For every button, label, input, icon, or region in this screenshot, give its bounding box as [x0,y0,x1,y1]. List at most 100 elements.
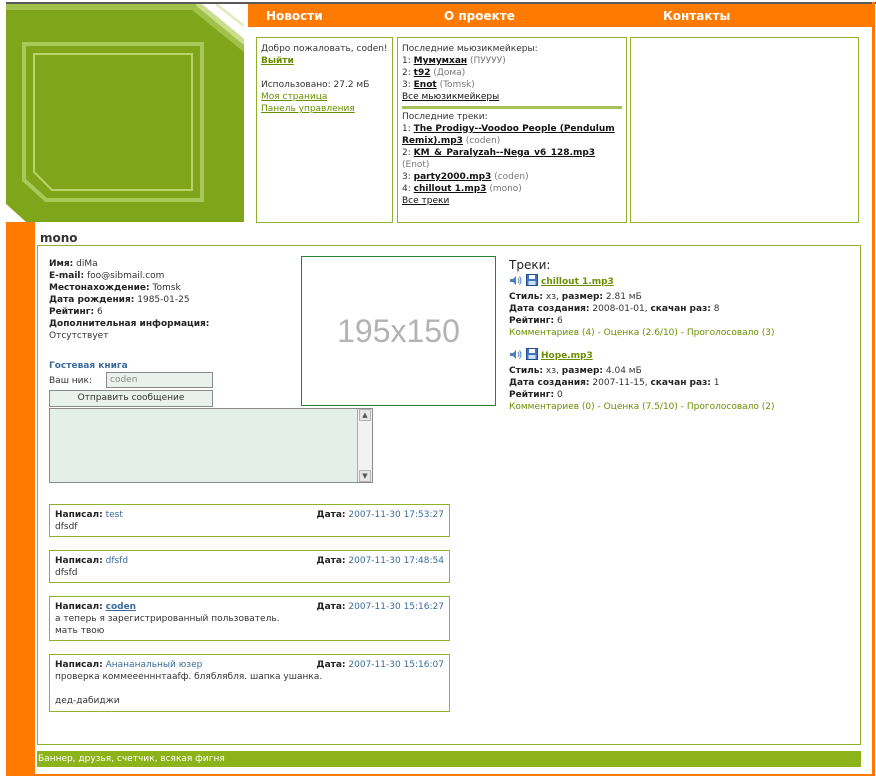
floppy-disk-icon[interactable] [526,348,538,364]
all-makers-link[interactable]: Все мьюзикмейкеры [402,92,499,102]
post-date-label: Дата: [316,602,346,612]
email-value: foo@sibmail.com [86,271,165,281]
downloads-value: 8 [713,304,720,314]
post-text: мать твою [55,626,105,636]
maker-index: 3: [402,80,411,90]
guestbook-post: Написал: Анананальный юзер Дата: 2007-11… [49,654,450,712]
voted-link[interactable]: Проголосовало (3) [687,328,775,338]
control-panel-link[interactable]: Панель управления [261,104,355,114]
rating-value: 6 [96,307,103,317]
created-label: Дата создания: [509,378,590,388]
maker-location: (Дома) [433,68,466,78]
guestbook-post: Написал: test Дата: 2007-11-30 17:53:27 … [49,504,450,537]
top-navigation: Новости О проекте Контакты [248,4,872,27]
maker-link[interactable]: t92 [414,68,431,78]
style-value: хз, [545,366,559,376]
location-value: Tomsk [152,283,181,293]
send-message-button[interactable]: Отправить сообщение [49,390,213,407]
nav-news[interactable]: Новости [266,9,323,23]
all-tracks-link[interactable]: Все треки [402,196,449,206]
speaker-icon[interactable] [509,349,523,364]
latest-track-link[interactable]: KM_&_Paralyzah--Nega_v6_128.mp3 [414,148,595,158]
guestbook-title: Гостевая книга [49,361,128,371]
style-value: хз, [545,292,559,302]
track-author: (coden) [465,136,501,146]
track-author: (mono) [489,184,522,194]
post-author: dfsfd [105,556,129,566]
downloads-label: скачан раз: [650,378,711,388]
maker-location: (ПУУУУ) [470,56,506,66]
maker-link[interactable]: Мумумхан [414,56,468,66]
maker-index: 1: [402,56,411,66]
post-date: 2007-11-30 17:48:54 [348,556,444,566]
post-text: проверка коммееенннтааfф. бляблябля. шап… [55,672,323,682]
track-index: 2: [402,148,411,158]
extra-info-value: Отсутствует [49,331,109,341]
email-label: E-mail: [49,271,85,281]
speaker-icon[interactable] [509,275,523,290]
post-text: dfsdf [55,522,78,532]
post-author-label: Написал: [55,660,103,670]
size-label: размер: [561,292,603,302]
birth-value: 1985-01-25 [137,295,190,305]
post-author: Анананальный юзер [105,660,203,670]
created-value: 2008-01-01, [592,304,648,314]
post-author-link[interactable]: coden [106,602,136,612]
comments-link[interactable]: Комментариев (0) [509,402,595,412]
track-item: chillout 1.mp3 Стиль: хз, размер: 2.81 м… [509,274,849,339]
track-link[interactable]: chillout 1.mp3 [541,276,614,288]
nav-contacts[interactable]: Контакты [663,9,730,23]
downloads-label: скачан раз: [650,304,711,314]
floppy-disk-icon[interactable] [526,274,538,290]
logout-link[interactable]: Выйти [261,56,294,66]
post-date-label: Дата: [316,510,346,520]
score-link[interactable]: Оценка (7.5/10) [604,402,678,412]
post-author-label: Написал: [55,602,103,612]
my-page-link[interactable]: Моя страница [261,92,327,102]
textarea-scrollbar[interactable]: ▲ ▼ [357,409,372,482]
track-item: Hope.mp3 Стиль: хз, размер: 4.04 мБ Дата… [509,348,849,413]
scroll-up-arrow-icon[interactable]: ▲ [359,409,371,421]
post-text: дед-дабиджи [55,696,120,706]
created-label: Дата создания: [509,304,590,314]
maker-link[interactable]: Enot [414,80,437,90]
maker-index: 2: [402,68,411,78]
guestbook-post: Написал: dfsfd Дата: 2007-11-30 17:48:54… [49,550,450,583]
extra-info-label: Дополнительная информация: [49,319,210,329]
style-label: Стиль: [509,292,544,302]
user-heading: mono [40,231,78,245]
post-text [55,683,444,695]
size-value: 2.81 мБ [605,292,642,302]
track-author: (coden) [494,172,529,182]
footer-bar: Баннер, друзья, счетчик, всякая фигня [37,751,861,767]
nick-label: Ваш ник: [49,376,92,386]
track-rating-label: Рейтинг: [509,390,555,400]
score-link[interactable]: Оценка (2.6/10) [604,328,678,338]
birth-label: Дата рождения: [49,295,135,305]
latest-track-link[interactable]: chillout 1.mp3 [414,184,487,194]
latest-track-link[interactable]: party2000.mp3 [414,172,492,182]
maker-item: 3: Enot (Tomsk) [402,79,622,91]
latest-makers-title: Последние мьюзикмейкеры: [402,44,538,54]
track-index: 4: [402,184,411,194]
track-author: (Enot) [402,160,430,170]
post-date-label: Дата: [316,660,346,670]
rating-label: Рейтинг: [49,307,95,317]
message-textarea[interactable]: ▲ ▼ [49,408,373,483]
tracks-title: Треки: [509,258,551,272]
nav-about[interactable]: О проекте [444,9,515,23]
location-label: Местонахождение: [49,283,150,293]
track-link[interactable]: Hope.mp3 [541,350,593,362]
post-date: 2007-11-30 15:16:27 [348,602,444,612]
scroll-down-arrow-icon[interactable]: ▼ [359,470,371,482]
voted-link[interactable]: Проголосовало (2) [687,402,775,412]
latest-track-link[interactable]: The Prodigy--Voodoo People (Pendulum Rem… [402,124,615,146]
post-date: 2007-11-30 15:16:07 [348,660,444,670]
track-index: 1: [402,124,411,134]
name-value: diMa [76,259,98,269]
size-label: размер: [561,366,603,376]
track-rating-value: 0 [556,390,563,400]
comments-link[interactable]: Комментариев (4) [509,328,595,338]
nick-input[interactable] [106,372,213,388]
maker-item: 1: Мумумхан (ПУУУУ) [402,55,622,67]
